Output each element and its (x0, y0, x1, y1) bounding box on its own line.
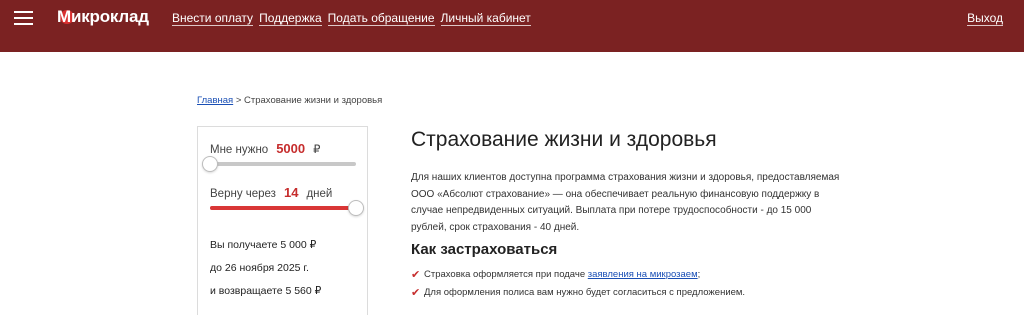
amount-slider-track (210, 162, 356, 166)
return-amount-text: и возвращаете 5 560 ₽ (210, 285, 322, 297)
logo-text: Микроклад (57, 7, 149, 26)
how-to-insure-heading: Как застраховаться (411, 241, 558, 258)
breadcrumb-current: Страхование жизни и здоровья (244, 95, 383, 106)
hamburger-line (14, 11, 33, 13)
list-item-text-suffix: ; (697, 268, 701, 280)
hamburger-icon[interactable] (14, 11, 33, 25)
loan-application-link[interactable]: заявления на микрозаем (588, 269, 698, 280)
logout-link[interactable]: Выход (967, 11, 1003, 26)
list-item-text-prefix: Страховка оформляется при подаче (424, 268, 586, 280)
main-content: Страхование жизни и здоровья Для наших к… (411, 126, 841, 299)
breadcrumb: Главная > Страхование жизни и здоровья (197, 95, 382, 106)
checkmark-icon: ✔ (411, 286, 421, 299)
nav-link-payment[interactable]: Внести оплату (172, 11, 254, 26)
page-title: Страхование жизни и здоровья (411, 128, 717, 151)
top-bar: Микроклад Внести оплату Поддержка Подать… (0, 0, 1024, 52)
checkmark-icon: ✔ (411, 268, 421, 281)
loan-calculator: Мне нужно 5000 ₽ Верну через 14 дней Вы … (197, 126, 368, 315)
term-slider-fill (210, 206, 356, 210)
insurance-description: Для наших клиентов доступна программа ст… (411, 172, 840, 233)
term-row: Верну через 14 дней (210, 185, 332, 200)
term-value: 14 (283, 185, 299, 200)
hamburger-line (14, 23, 33, 25)
amount-label: Мне нужно (210, 144, 269, 156)
term-label: Верну через (210, 188, 276, 200)
term-slider[interactable] (210, 200, 364, 216)
steps-list: ✔ Страховка оформляется при подаче заявл… (411, 265, 745, 301)
amount-value: 5000 (276, 141, 306, 156)
logo[interactable]: Микроклад (57, 6, 149, 28)
main-nav: Внести оплату Поддержка Подать обращение… (172, 11, 531, 26)
term-unit: дней (306, 188, 333, 200)
amount-currency: ₽ (313, 144, 321, 156)
list-item-text: Для оформления полиса вам нужно будет со… (424, 286, 746, 298)
list-item: ✔ Страховка оформляется при подаче заявл… (411, 265, 745, 283)
list-item: ✔ Для оформления полиса вам нужно будет … (411, 283, 745, 301)
amount-slider[interactable] (202, 156, 356, 172)
amount-slider-thumb[interactable] (202, 156, 218, 172)
hamburger-line (14, 17, 33, 19)
nav-link-account[interactable]: Личный кабинет (440, 11, 531, 26)
nav-link-submit-request[interactable]: Подать обращение (327, 11, 435, 26)
amount-row: Мне нужно 5000 ₽ (210, 141, 320, 156)
term-slider-thumb[interactable] (348, 200, 364, 216)
breadcrumb-separator: > (235, 95, 242, 106)
nav-link-support[interactable]: Поддержка (259, 11, 322, 26)
receive-amount-text: Вы получаете 5 000 ₽ (210, 239, 317, 251)
due-date-text: до 26 ноября 2025 г. (210, 262, 309, 274)
breadcrumb-home[interactable]: Главная (197, 95, 233, 106)
